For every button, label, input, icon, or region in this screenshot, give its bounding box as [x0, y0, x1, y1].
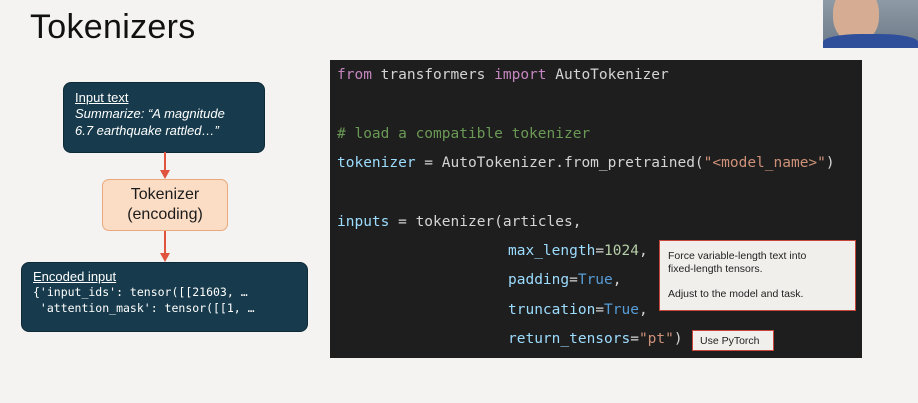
- callout-line-3: Adjust to the model and task.: [668, 288, 804, 300]
- code-token: inputs: [337, 214, 390, 230]
- encoded-input-box: Encoded input {'input_ids': tensor([[216…: [22, 263, 307, 331]
- presenter-shirt: [823, 34, 918, 48]
- tokenizer-box: Tokenizer (encoding): [102, 179, 228, 231]
- webcam-video: [823, 0, 918, 48]
- code-token: ,: [638, 243, 648, 259]
- code-line-import: from transformers import AutoTokenizer: [337, 67, 669, 83]
- code-token: ): [673, 331, 683, 347]
- code-token: ): [825, 155, 835, 171]
- input-text-box: Input text Summarize: “A magnitude 6.7 e…: [64, 83, 264, 152]
- code-line-return-tensors: return_tensors="pt"): [508, 331, 683, 347]
- tokenizer-label: Tokenizer: [130, 186, 200, 203]
- encoded-line-1: {'input_ids': tensor([[21603, …: [33, 285, 248, 299]
- code-token: max_length: [508, 243, 596, 259]
- input-text-label: Input text: [75, 90, 129, 105]
- code-token: import: [494, 67, 547, 83]
- pytorch-callout: Use PyTorch: [692, 330, 774, 351]
- code-token: = tokenizer(articles,: [389, 214, 582, 230]
- padding-callout: Force variable-length text into fixed-le…: [659, 240, 856, 311]
- code-line-max-length: max_length=1024,: [508, 243, 648, 259]
- code-token: padding: [508, 272, 570, 288]
- tokenizer-sublabel: (encoding): [127, 206, 203, 223]
- code-token: tokenizer: [337, 155, 416, 171]
- callout-line-2: fixed-length tensors.: [668, 263, 763, 275]
- code-token: = AutoTokenizer.from_pretrained(: [415, 155, 704, 171]
- code-token: "<model_name>": [703, 155, 826, 171]
- input-text-content: Summarize: “A magnitude 6.7 earthquake r…: [75, 106, 225, 138]
- encoded-input-label: Encoded input: [33, 269, 117, 284]
- code-panel: from transformers import AutoTokenizer #…: [330, 60, 862, 358]
- slide-title: Tokenizers: [30, 8, 196, 46]
- code-line-tokenizer: tokenizer = AutoTokenizer.from_pretraine…: [337, 155, 835, 171]
- code-token: truncation: [508, 302, 596, 318]
- code-line-truncation: truncation=True,: [508, 302, 648, 318]
- code-token: AutoTokenizer: [546, 67, 669, 83]
- code-token: transformers: [371, 67, 495, 83]
- code-token: # load a compatible tokenizer: [337, 126, 591, 142]
- code-token: =: [569, 272, 578, 288]
- code-line-comment: # load a compatible tokenizer: [337, 126, 590, 142]
- encoded-line-2: 'attention_mask': tensor([[1, …: [33, 301, 255, 315]
- code-token: True: [604, 302, 639, 318]
- code-token: ,: [638, 302, 648, 318]
- code-token: True: [577, 272, 613, 288]
- arrow-down-icon: [160, 231, 170, 262]
- code-line-padding: padding=True,: [508, 272, 622, 288]
- code-token: =: [595, 243, 605, 259]
- code-line-inputs: inputs = tokenizer(articles,: [337, 214, 581, 230]
- code-token: ,: [612, 272, 622, 288]
- code-token: return_tensors: [508, 331, 631, 347]
- code-token: 1024: [604, 243, 639, 259]
- callout-line-1: Force variable-length text into: [668, 250, 807, 262]
- code-token: =: [630, 331, 639, 347]
- code-token: =: [595, 302, 605, 318]
- arrow-down-icon: [160, 152, 170, 179]
- code-token: "pt": [638, 331, 674, 347]
- code-token: from: [337, 67, 372, 83]
